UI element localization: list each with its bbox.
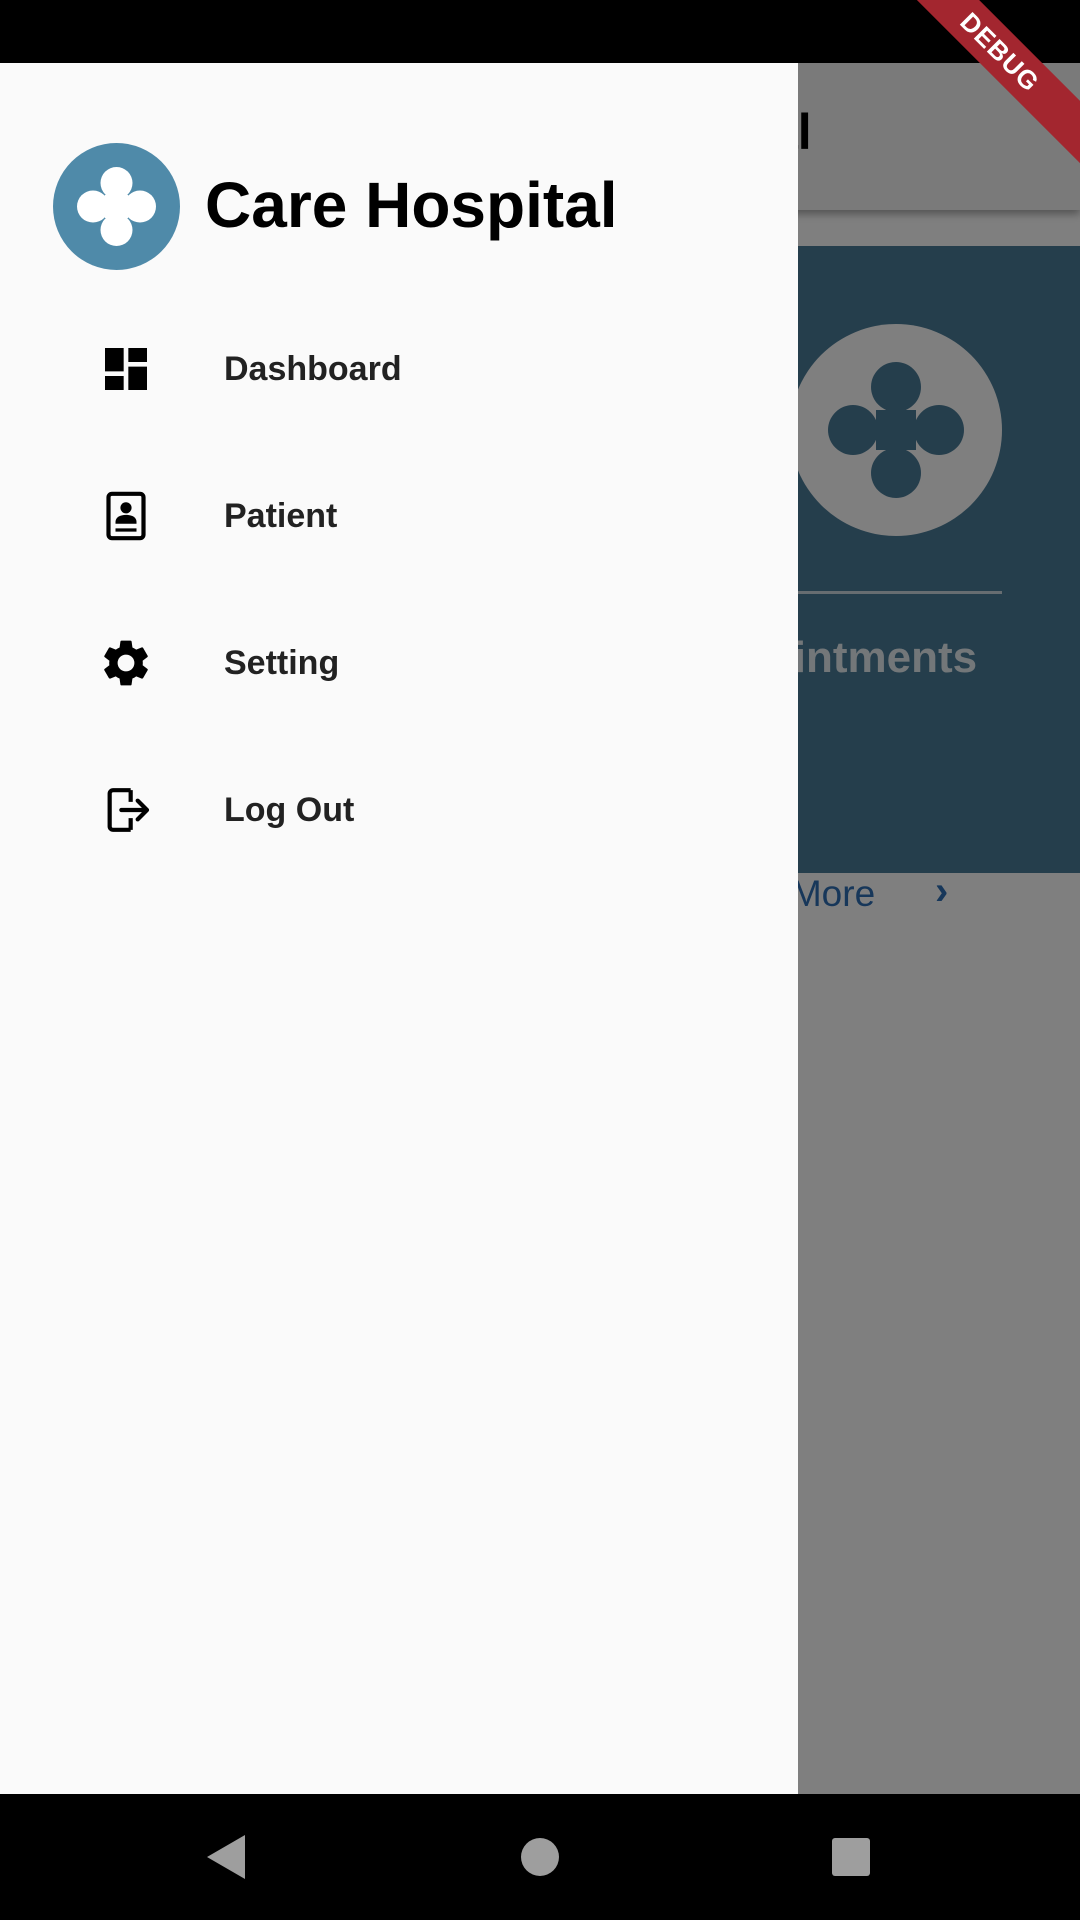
menu-item-label: Log Out <box>224 791 355 829</box>
menu-item-label: Patient <box>224 497 338 535</box>
recents-icon[interactable] <box>791 1794 911 1920</box>
dashboard-icon <box>98 341 154 397</box>
clover-logo-icon <box>53 143 180 270</box>
back-icon[interactable] <box>166 1794 286 1920</box>
home-icon[interactable] <box>480 1794 600 1920</box>
status-bar <box>0 0 1080 63</box>
drawer-title: Care Hospital <box>205 169 618 241</box>
navigation-drawer: Care Hospital Dashboard Patient Setting … <box>0 63 798 1794</box>
menu-item-log-out[interactable]: Log Out <box>0 750 798 870</box>
menu-item-label: Dashboard <box>224 350 402 388</box>
contact-card-icon <box>98 488 154 544</box>
menu-item-label: Setting <box>224 644 340 682</box>
gear-icon <box>98 635 154 691</box>
system-nav-bar <box>0 1794 1080 1920</box>
menu-item-dashboard[interactable]: Dashboard <box>0 309 798 429</box>
menu-item-setting[interactable]: Setting <box>0 603 798 723</box>
menu-item-patient[interactable]: Patient <box>0 456 798 576</box>
logout-icon <box>98 782 154 838</box>
